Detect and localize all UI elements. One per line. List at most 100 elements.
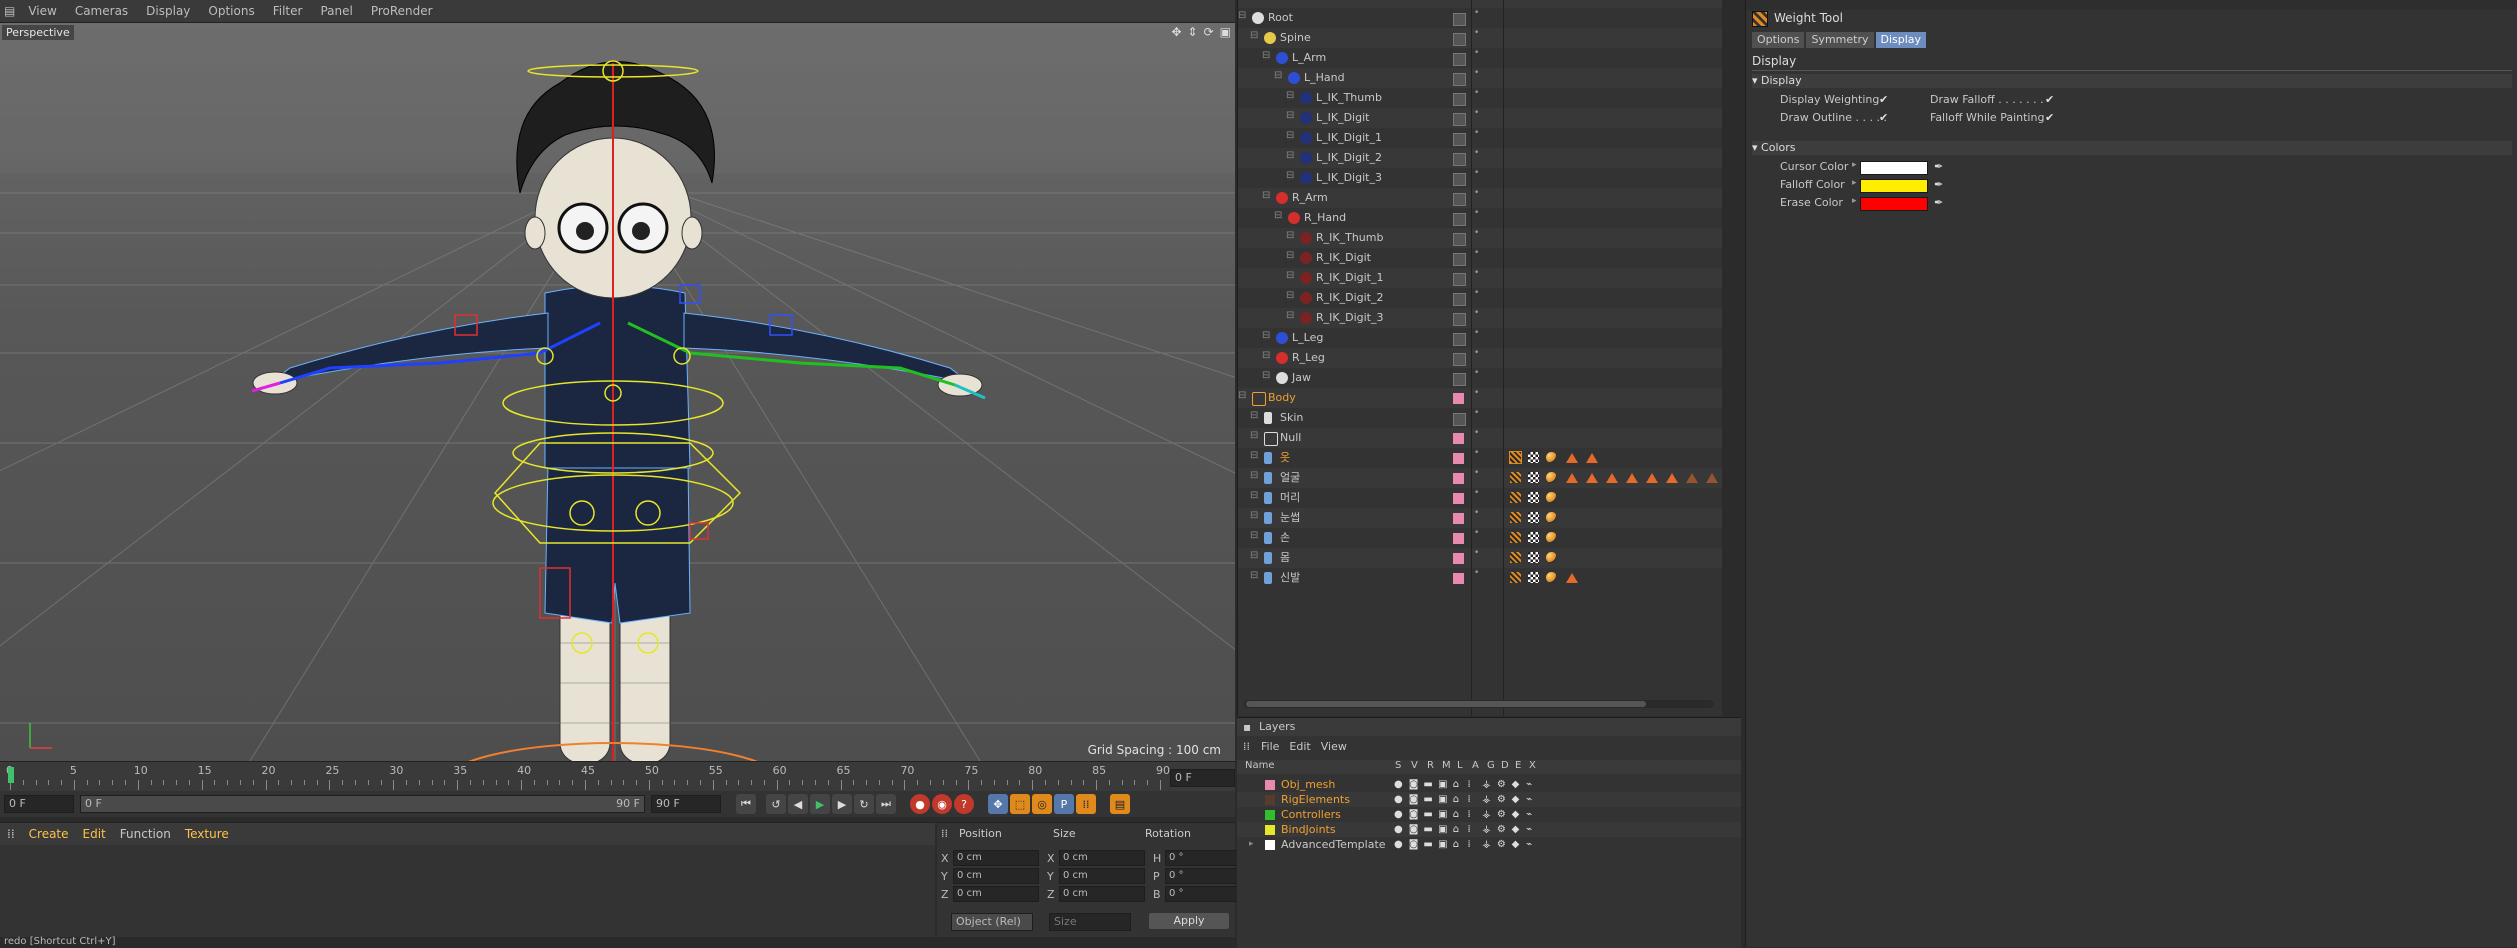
vertex-map-tag-icon[interactable] [1626,473,1638,483]
texture-tag-icon[interactable] [1528,512,1539,523]
visibility-toggle-icon[interactable]: • [1474,349,1479,358]
record-scale-icon[interactable]: ⬚ [1010,794,1030,814]
tree-expander-icon[interactable]: ⊟ [1262,190,1270,201]
object-row[interactable]: ⊟ 몸 • [1238,548,1722,568]
render-toggle-icon[interactable]: ▬ [1423,822,1432,837]
weight-tag-icon[interactable] [1510,512,1521,523]
falloff-while-painting-checkbox[interactable]: ✔ [2045,111,2054,124]
menu-function[interactable]: Function [113,827,178,841]
vertex-map-tag-icon[interactable] [1566,573,1578,583]
layer-color-swatch[interactable] [1265,825,1275,835]
menu-texture[interactable]: Texture [178,827,236,841]
expression-toggle-icon[interactable]: ◆ [1512,792,1520,807]
layer-row[interactable]: BindJoints ● ◙ ▬ ▣ ⌂ ⁞ ⚶ ⚙ ◆ ⌁ [1237,822,1741,837]
solo-toggle-icon[interactable]: ● [1394,822,1403,837]
eyedropper-icon[interactable]: ✒ [1934,160,1943,173]
object-row[interactable]: ⊟ L_IK_Digit_3 • [1238,168,1722,188]
tree-expander-icon[interactable]: ⊟ [1250,570,1258,581]
object-row[interactable]: ⊟ L_Hand • [1238,68,1722,88]
prev-key-icon[interactable]: ↺ [766,794,786,814]
scrollbar-thumb[interactable] [1246,701,1646,707]
tree-expander-icon[interactable]: ⊟ [1286,90,1294,101]
layer-color-swatch[interactable] [1453,513,1464,524]
menu-edit[interactable]: Edit [76,827,113,841]
visibility-toggle-icon[interactable]: • [1474,289,1479,298]
solo-toggle-icon[interactable]: ● [1394,792,1403,807]
layer-row[interactable]: ▸ AdvancedTemplate ● ◙ ▬ ▣ ⌂ ⁞ ⚶ ⚙ ◆ ⌁ [1237,837,1741,852]
manager-toggle-icon[interactable]: ▣ [1438,822,1447,837]
tree-expander-icon[interactable]: ⊟ [1286,170,1294,181]
manager-toggle-icon[interactable]: ▣ [1438,837,1447,852]
object-row[interactable]: ⊟ L_IK_Digit_2 • [1238,148,1722,168]
layer-color-swatch[interactable] [1453,433,1464,444]
color-swatch[interactable] [1860,161,1928,175]
layer-expand-icon[interactable]: ▸ [1249,837,1254,852]
layers-menu-edit[interactable]: Edit [1284,740,1315,753]
visibility-toggle-icon[interactable]: • [1474,549,1479,558]
object-row[interactable]: ⊟ L_IK_Digit • [1238,108,1722,128]
visibility-toggle-icon[interactable]: • [1474,109,1479,118]
visibility-toggle-icon[interactable]: • [1474,69,1479,78]
menu-create[interactable]: Create [22,827,76,841]
layer-color-swatch[interactable] [1453,73,1466,86]
deformer-toggle-icon[interactable]: ⚙ [1497,777,1506,792]
vertex-map-tag-icon[interactable] [1566,453,1578,463]
tab-symmetry[interactable]: Symmetry [1806,32,1874,48]
object-row[interactable]: ⊟ L_IK_Thumb • [1238,88,1722,108]
layer-color-swatch[interactable] [1453,213,1466,226]
vertex-map-tag-icon[interactable] [1686,473,1698,483]
render-toggle-icon[interactable]: ▬ [1423,792,1432,807]
render-toggle-icon[interactable]: ▬ [1423,807,1432,822]
position-x-field[interactable]: 0 cm [953,850,1039,866]
texture-tag-icon[interactable] [1528,572,1539,583]
visibility-toggle-icon[interactable]: • [1474,409,1479,418]
view-toggle-icon[interactable]: ◙ [1409,837,1419,852]
next-key-icon[interactable]: ↻ [854,794,874,814]
generator-toggle-icon[interactable]: ⚶ [1482,777,1491,792]
texture-tag-icon[interactable] [1528,552,1539,563]
phong-tag-icon[interactable] [1546,552,1557,563]
weight-tag-icon[interactable] [1510,532,1521,543]
playhead-marker[interactable] [8,767,14,783]
object-row[interactable]: ⊟ R_Hand • [1238,208,1722,228]
tree-expander-icon[interactable]: ⊟ [1286,290,1294,301]
expression-toggle-icon[interactable]: ◆ [1512,837,1520,852]
size-y-field[interactable]: 0 cm [1059,868,1145,884]
object-row[interactable]: ⊟ R_IK_Digit_3 • [1238,308,1722,328]
xref-toggle-icon[interactable]: ⌁ [1526,807,1532,822]
object-row[interactable]: ⊟ 손 • [1238,528,1722,548]
color-swatch[interactable] [1860,197,1928,211]
visibility-toggle-icon[interactable]: • [1474,89,1479,98]
animation-toggle-icon[interactable]: ⁞ [1468,777,1471,792]
tree-expander-icon[interactable]: ⊟ [1262,50,1270,61]
visibility-toggle-icon[interactable]: • [1474,269,1479,278]
tree-expander-icon[interactable]: ⊟ [1286,110,1294,121]
layer-row[interactable]: Obj_mesh ● ◙ ▬ ▣ ⌂ ⁞ ⚶ ⚙ ◆ ⌁ [1237,777,1741,792]
color-expand-arrow-icon[interactable]: ▸ [1852,160,1857,170]
layer-color-swatch[interactable] [1453,533,1464,544]
menu-display[interactable]: Display [137,0,199,22]
phong-tag-icon[interactable] [1546,492,1557,503]
visibility-toggle-icon[interactable]: • [1474,249,1479,258]
record-rotation-icon[interactable]: ◎ [1032,794,1052,814]
position-y-field[interactable]: 0 cm [953,868,1039,884]
vertex-map-tag-icon[interactable] [1706,473,1718,483]
visibility-toggle-icon[interactable]: • [1474,169,1479,178]
layers-menu-view[interactable]: View [1316,740,1352,753]
keyframe-selection-icon[interactable]: ? [954,794,974,814]
tree-expander-icon[interactable]: ⊟ [1250,430,1258,441]
solo-toggle-icon[interactable]: ● [1394,837,1403,852]
expression-toggle-icon[interactable]: ◆ [1512,807,1520,822]
tree-expander-icon[interactable]: ⊟ [1286,270,1294,281]
record-pla-icon[interactable]: ⁞⁞ [1076,794,1096,814]
texture-tag-icon[interactable] [1528,492,1539,503]
visibility-toggle-icon[interactable]: • [1474,29,1479,38]
layer-color-swatch[interactable] [1453,473,1464,484]
object-row[interactable]: ⊟ L_Leg • [1238,328,1722,348]
layer-color-swatch[interactable] [1453,113,1466,126]
animation-toggle-icon[interactable]: ⁞ [1468,792,1471,807]
layer-color-swatch[interactable] [1453,253,1466,266]
draw-falloff-checkbox[interactable]: ✔ [2045,93,2054,106]
object-row[interactable]: ⊟ Jaw • [1238,368,1722,388]
prev-frame-icon[interactable]: ◀ [788,794,808,814]
